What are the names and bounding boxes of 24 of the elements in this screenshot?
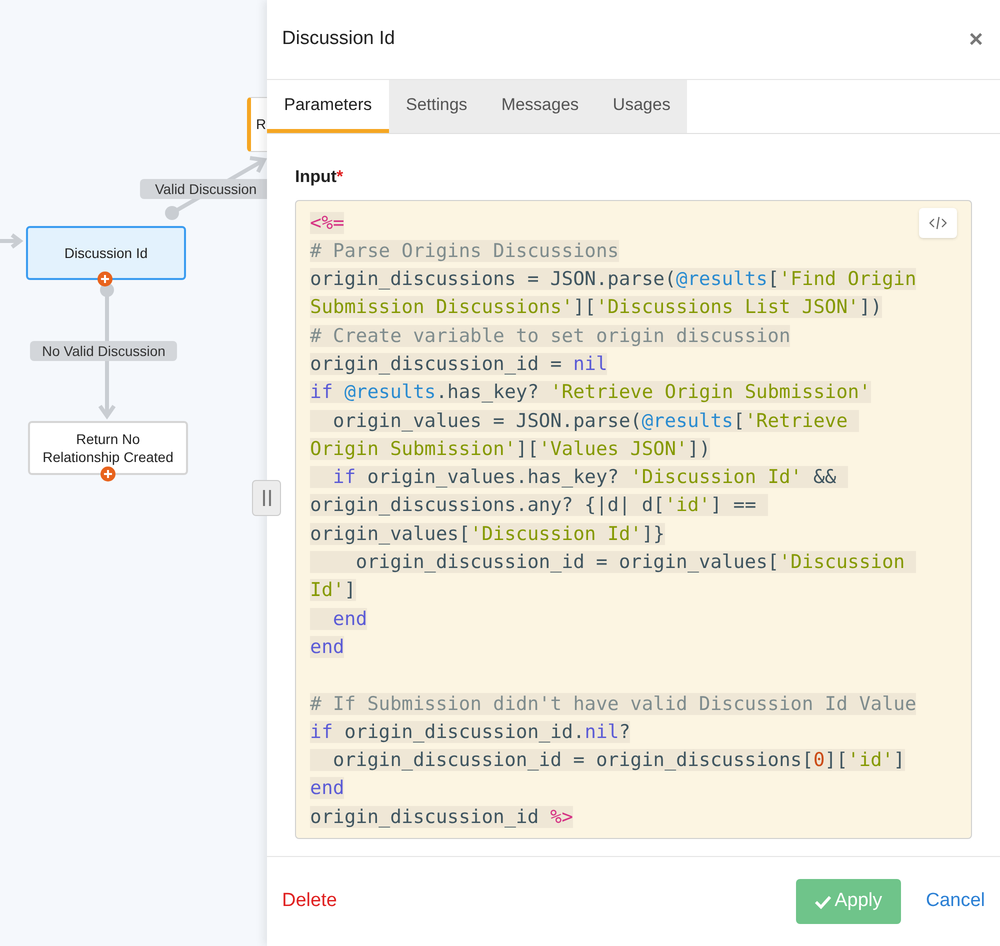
check-icon	[814, 894, 831, 908]
tab[interactable]: Parameters	[267, 80, 389, 133]
edge-label: Valid Discussion	[140, 179, 267, 199]
cancel-link[interactable]: Cancel	[926, 887, 985, 916]
code-icon	[929, 216, 947, 230]
add-icon[interactable]	[100, 466, 116, 482]
tab[interactable]: Usages	[596, 80, 688, 133]
grip-icon	[262, 489, 272, 507]
panel-title: Discussion Id	[282, 27, 395, 52]
tab[interactable]: Settings	[388, 80, 484, 133]
delete-link[interactable]: Delete	[282, 887, 337, 916]
flow-node[interactable]: Discussion Id	[26, 226, 186, 280]
code-editor[interactable]	[295, 200, 972, 838]
flow-node[interactable]: Return No Relationship Created	[28, 421, 188, 475]
arrow-icon	[0, 232, 24, 250]
edge-label: No Valid Discussion	[30, 341, 178, 361]
close-button[interactable]: ×	[968, 28, 985, 52]
collapse-handle[interactable]	[252, 480, 281, 516]
code-view-button[interactable]	[919, 208, 957, 238]
field-label: Input	[295, 166, 337, 188]
add-icon[interactable]	[97, 271, 113, 287]
tab[interactable]: Messages	[484, 80, 596, 133]
required-mark: *	[336, 166, 344, 188]
flow-node[interactable]: R	[247, 97, 267, 152]
